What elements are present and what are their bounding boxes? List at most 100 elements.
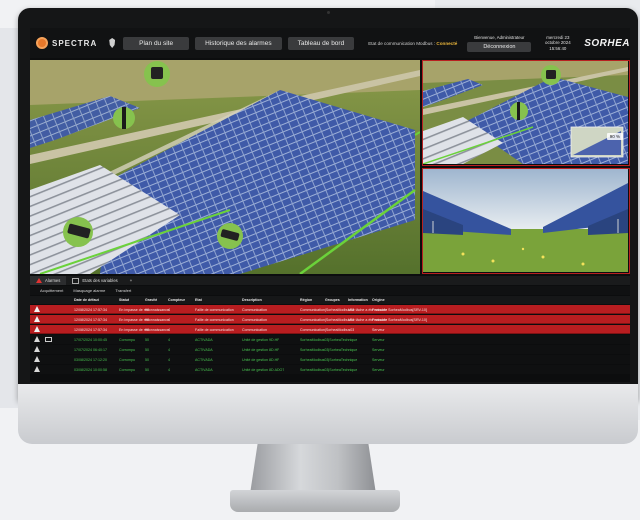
table-row[interactable]: 03/08/2024 17:12:20 Corrompu 50 4 ACTIVADA Un… [30,355,630,364]
transfer-button[interactable]: Transfert [115,288,131,293]
modbus-label: Etat de communication Modbus : [368,40,436,46]
bottom-tabs: Alarmes Etats des variables + [30,276,630,285]
column-header[interactable]: Compteur [168,298,185,302]
table-cell: Communication [242,307,267,312]
table-cell: 4 [168,307,170,312]
table-cell: 17/07/2024 10:00:45 [74,337,107,342]
table-cell: 12/08/2024 17:57:34 [74,317,107,322]
camera-dot [327,11,330,14]
table-cell: 12/08/2024 17:57:34 [74,327,107,332]
welcome-text: Bienvenue, Administrateur [474,34,525,40]
main-camera-view[interactable] [30,60,420,274]
dashboard-button[interactable]: Tableau de bord [287,36,355,50]
shield-icon[interactable] [109,38,116,48]
table-cell: ACTIVADA [195,347,213,352]
table-cell: Unité de gestion 8D.HF [242,357,280,362]
table-cell: 50 [145,337,149,342]
date-text: mercredi 23 octobre 2024 [545,34,571,46]
alarm-table-header: Date de défaut Statut Gravité Compteur Etat D… [30,296,630,304]
table-cell: Protocole SorheaModbus[SRV-10] [372,317,427,322]
table-cell: 98 [145,307,149,312]
column-header[interactable]: Groupes [325,298,340,302]
table-cell: SorheaModbus03|SorheaTechnique [300,357,358,362]
table-cell: Serveur [372,347,385,352]
warning-icon [34,326,40,332]
table-cell: En impasse de reconnaissance [119,327,169,332]
table-cell: Unité de gestion 8D.HF [242,347,280,352]
warning-icon [34,336,40,342]
warning-icon [36,278,42,283]
camera-view-bottom-right[interactable] [422,168,630,274]
column-header[interactable]: Date de défaut [74,298,99,302]
app-screen: SPECTRA Plan du site Historique des alar… [30,28,630,382]
table-cell: ACTIVADA [195,357,213,362]
warning-icon [34,366,40,372]
table-cell: Faille de communication [195,307,234,312]
table-cell: 50 [145,367,149,372]
table-row[interactable]: 12/08/2024 17:57:34 En impasse de reconna… [30,305,630,314]
table-cell: Communication|SorheaModbus03 [300,327,355,332]
table-cell: 03/08/2024 17:12:20 [74,357,107,362]
table-cell: Serveur [372,337,385,342]
warning-icon [34,356,40,362]
tab-alarms[interactable]: Alarmes [30,276,67,285]
column-header[interactable]: Région [300,298,312,302]
table-cell: 4 [168,357,170,362]
table-cell: 50 [145,357,149,362]
table-row[interactable]: 12/08/2024 17:57:34 En impasse de reconna… [30,325,630,334]
logo-text: SPECTRA [52,38,98,48]
site-plan-button[interactable]: Plan du site [123,36,190,50]
table-cell: Corrompu [119,347,135,352]
grid-icon [72,277,80,284]
table-cell: Faille de communication [195,327,234,332]
table-row[interactable]: 17/07/2024 10:00:45 Corrompu 50 4 ACTIVADA Un… [30,335,630,344]
table-cell: Unité de gestion 8D.ADO7 [242,367,285,372]
table-row[interactable]: 12/08/2024 17:57:34 En impasse de reconna… [30,315,630,324]
table-cell: 50 [145,347,149,352]
user-block: Bienvenue, Administrateur Déconnexion [467,34,532,52]
warning-icon [34,306,40,312]
table-cell: Communication|SorheaModbus03 [300,307,355,312]
spectra-logo: SPECTRA [36,37,97,49]
spectra-logo-icon [36,37,48,49]
app-header: SPECTRA Plan du site Historique des alar… [30,28,630,58]
table-cell: En impasse de reconnaissance [119,307,169,312]
zoom-badge: 90 % [606,133,623,140]
table-cell: Communication [242,317,267,322]
table-cell: 4 [168,367,170,372]
modbus-connected: Connecté [436,40,458,46]
table-cell: SorheaModbus03|SorheaTechnique [300,347,358,352]
tab-label: Alarmes [45,278,61,283]
sorhea-logo: SORHEA [584,37,630,49]
table-cell: Serveur [372,367,385,372]
camera-view-top-right[interactable]: 90 % [422,60,630,166]
table-cell: ACTIVADA [195,367,213,372]
alarm-history-button[interactable]: Historique des alarmes [195,36,282,50]
column-header[interactable]: Information [348,298,368,302]
table-row[interactable]: 03/08/2024 10:00:58 Corrompu 50 4 ACTIVADA Un… [30,365,630,374]
tab-variables[interactable]: Etats des variables [66,276,123,285]
table-cell: ACTIVADA [195,337,213,342]
column-header[interactable]: Description [242,298,262,302]
column-header[interactable]: Statut [119,298,129,302]
table-cell: 98 [145,327,149,332]
time-text: 15:56:40 [549,45,567,51]
table-cell: Corrompu [119,337,135,342]
add-tab-button[interactable]: + [124,276,138,285]
mask-alarm-button[interactable]: Masquage alarme [73,288,105,293]
table-cell: 4 [168,347,170,352]
column-header[interactable]: Gravité [145,298,157,302]
table-cell: 03/08/2024 10:00:58 [74,367,107,372]
column-header[interactable]: Etat [195,298,202,302]
acknowledge-button[interactable]: Acquittement [40,288,63,293]
table-cell: Corrompu [119,367,135,372]
table-cell: Faille de communication [195,317,234,322]
table-cell: Communication|SorheaModbus01 [300,317,355,322]
table-cell: SorheaModbus03|SorheaTechnique [300,367,358,372]
table-row[interactable]: 17/07/2024 06:40:17 Corrompu 50 4 ACTIVADA Un… [30,345,630,354]
logout-button[interactable]: Déconnexion [467,41,532,52]
table-cell: Serveur [372,357,385,362]
datetime: mercredi 23 octobre 2024 15:56:40 [541,35,574,52]
table-cell: 17/07/2024 06:40:17 [74,347,107,352]
column-header[interactable]: Origine [372,298,385,302]
